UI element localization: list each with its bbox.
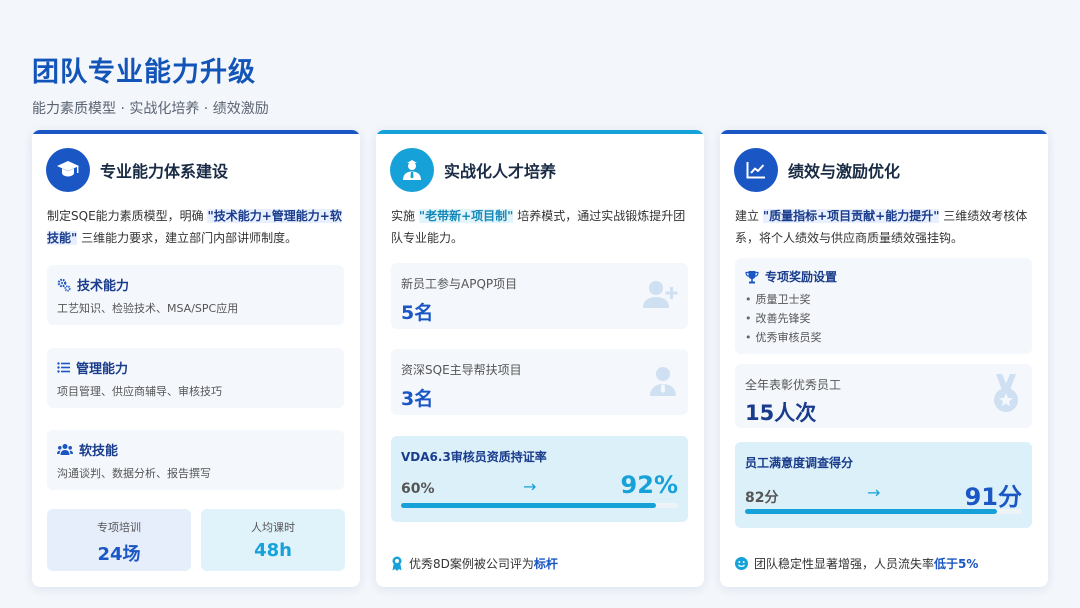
- progress-from: 60%: [401, 481, 435, 497]
- medal-icon: [994, 374, 1018, 412]
- skill-item-management: 管理能力 项目管理、供应商辅导、审核技巧: [47, 348, 344, 408]
- skill-name: 技术能力: [77, 279, 130, 294]
- arrow-right-icon: →: [867, 483, 881, 502]
- card-header: 绩效与激励优化: [734, 148, 900, 192]
- card-accent-bar: [376, 130, 704, 134]
- progress-track: [745, 509, 1022, 514]
- graduation-cap-icon: [46, 148, 90, 192]
- card-intro: 制定SQE能力素质模型，明确 "技术能力+管理能力+软技能" 三维能力要求，建立…: [47, 209, 342, 245]
- card-title: 绩效与激励优化: [788, 162, 901, 181]
- stat-label: 专项培训: [97, 521, 141, 534]
- progress-satisfaction: 员工满意度调查得分 82分 → 91分: [735, 442, 1032, 528]
- chart-line-icon: [734, 148, 778, 192]
- stat-value: 24场: [97, 544, 141, 565]
- card-header: 专业能力体系建设: [46, 148, 228, 192]
- progress-vda-certification: VDA6.3审核员资质持证率 60% → 92%: [391, 436, 688, 522]
- card-footnote: 优秀8D案例被公司评为 标杆: [391, 555, 558, 572]
- award-list: 专项奖励设置 质量卫士奖 改善先锋奖 优秀审核员奖: [735, 258, 1032, 354]
- stat-hours-per-person: 人均课时 48h: [201, 509, 345, 571]
- list-icon: [57, 362, 70, 373]
- info-label: 新员工参与APQP项目: [401, 277, 518, 291]
- skill-name: 管理能力: [76, 362, 129, 377]
- footnote-highlight: 低于5%: [934, 557, 979, 571]
- progress-to: 91分: [964, 483, 1022, 511]
- info-value: 15人次: [745, 401, 817, 425]
- info-outstanding-staff: 全年表彰优秀员工 15人次: [735, 364, 1032, 428]
- card-performance-incentive: 绩效与激励优化 建立 "质量指标+项目贡献+能力提升" 三维绩效考核体系，将个人…: [720, 130, 1048, 587]
- card-intro: 建立 "质量指标+项目贡献+能力提升" 三维绩效考核体系，将个人绩效与供应商质量…: [735, 209, 1028, 245]
- skill-desc: 项目管理、供应商辅导、审核技巧: [57, 385, 222, 398]
- intro-highlight: "质量指标+项目贡献+能力提升": [762, 209, 940, 223]
- page-title: 团队专业能力升级: [32, 57, 256, 88]
- skill-name: 软技能: [79, 444, 119, 459]
- stat-value: 48h: [254, 540, 292, 561]
- progress-title: 员工满意度调查得分: [745, 456, 854, 470]
- user-tie-icon: [650, 367, 676, 396]
- footnote-text: 团队稳定性显著增强，人员流失率: [754, 557, 935, 571]
- card-accent-bar: [720, 130, 1048, 134]
- intro-highlight: "老带新+项目制": [418, 209, 514, 223]
- list-item: 优秀审核员奖: [745, 328, 1022, 347]
- award-title: 专项奖励设置: [765, 270, 838, 284]
- info-new-staff-apqp: 新员工参与APQP项目 5名: [391, 263, 688, 329]
- progress-fill: [745, 509, 998, 514]
- card-capability-system: 专业能力体系建设 制定SQE能力素质模型，明确 "技术能力+管理能力+软技能" …: [32, 130, 360, 587]
- info-label: 资深SQE主导帮扶项目: [401, 363, 522, 377]
- skill-desc: 工艺知识、检验技术、MSA/SPC应用: [57, 302, 239, 315]
- card-header: 实战化人才培养: [390, 148, 556, 192]
- progress-fill: [401, 503, 656, 508]
- stat-training-sessions: 专项培训 24场: [47, 509, 191, 571]
- footnote-text: 优秀8D案例被公司评为: [409, 557, 534, 571]
- arrow-right-icon: →: [523, 477, 537, 496]
- progress-title: VDA6.3审核员资质持证率: [401, 450, 547, 464]
- card-title: 专业能力体系建设: [100, 162, 229, 181]
- card-title: 实战化人才培养: [444, 162, 557, 181]
- skill-item-soft: 软技能 沟通谈判、数据分析、报告撰写: [47, 430, 344, 490]
- info-senior-sqe: 资深SQE主导帮扶项目 3名: [391, 349, 688, 415]
- skill-desc: 沟通谈判、数据分析、报告撰写: [57, 467, 211, 480]
- award-ribbon-icon: [392, 556, 402, 571]
- user-tie-icon: [390, 148, 434, 192]
- list-item: 质量卫士奖: [745, 290, 1022, 309]
- info-label: 全年表彰优秀员工: [745, 378, 842, 392]
- skill-item-technical: 技术能力 工艺知识、检验技术、MSA/SPC应用: [47, 265, 344, 325]
- footnote-highlight: 标杆: [533, 557, 558, 571]
- progress-to: 92%: [620, 471, 678, 499]
- card-footnote: 团队稳定性显著增强，人员流失率 低于5%: [735, 555, 978, 572]
- card-accent-bar: [32, 130, 360, 134]
- smile-icon: [735, 557, 748, 570]
- trophy-icon: [745, 270, 759, 283]
- info-value: 5名: [401, 302, 434, 324]
- card-practical-training: 实战化人才培养 实施 "老带新+项目制" 培养模式，通过实战锻炼提升团队专业能力…: [376, 130, 704, 587]
- gears-icon: [57, 278, 71, 292]
- page-subtitle: 能力素质模型 · 实战化培养 · 绩效激励: [32, 101, 269, 117]
- user-plus-icon: [643, 281, 678, 308]
- card-intro: 实施 "老带新+项目制" 培养模式，通过实战锻炼提升团队专业能力。: [391, 209, 686, 245]
- list-item: 改善先锋奖: [745, 309, 1022, 328]
- stat-label: 人均课时: [251, 521, 295, 534]
- progress-from: 82分: [745, 490, 779, 506]
- users-icon: [57, 444, 73, 455]
- info-value: 3名: [401, 388, 434, 410]
- progress-track: [401, 503, 678, 508]
